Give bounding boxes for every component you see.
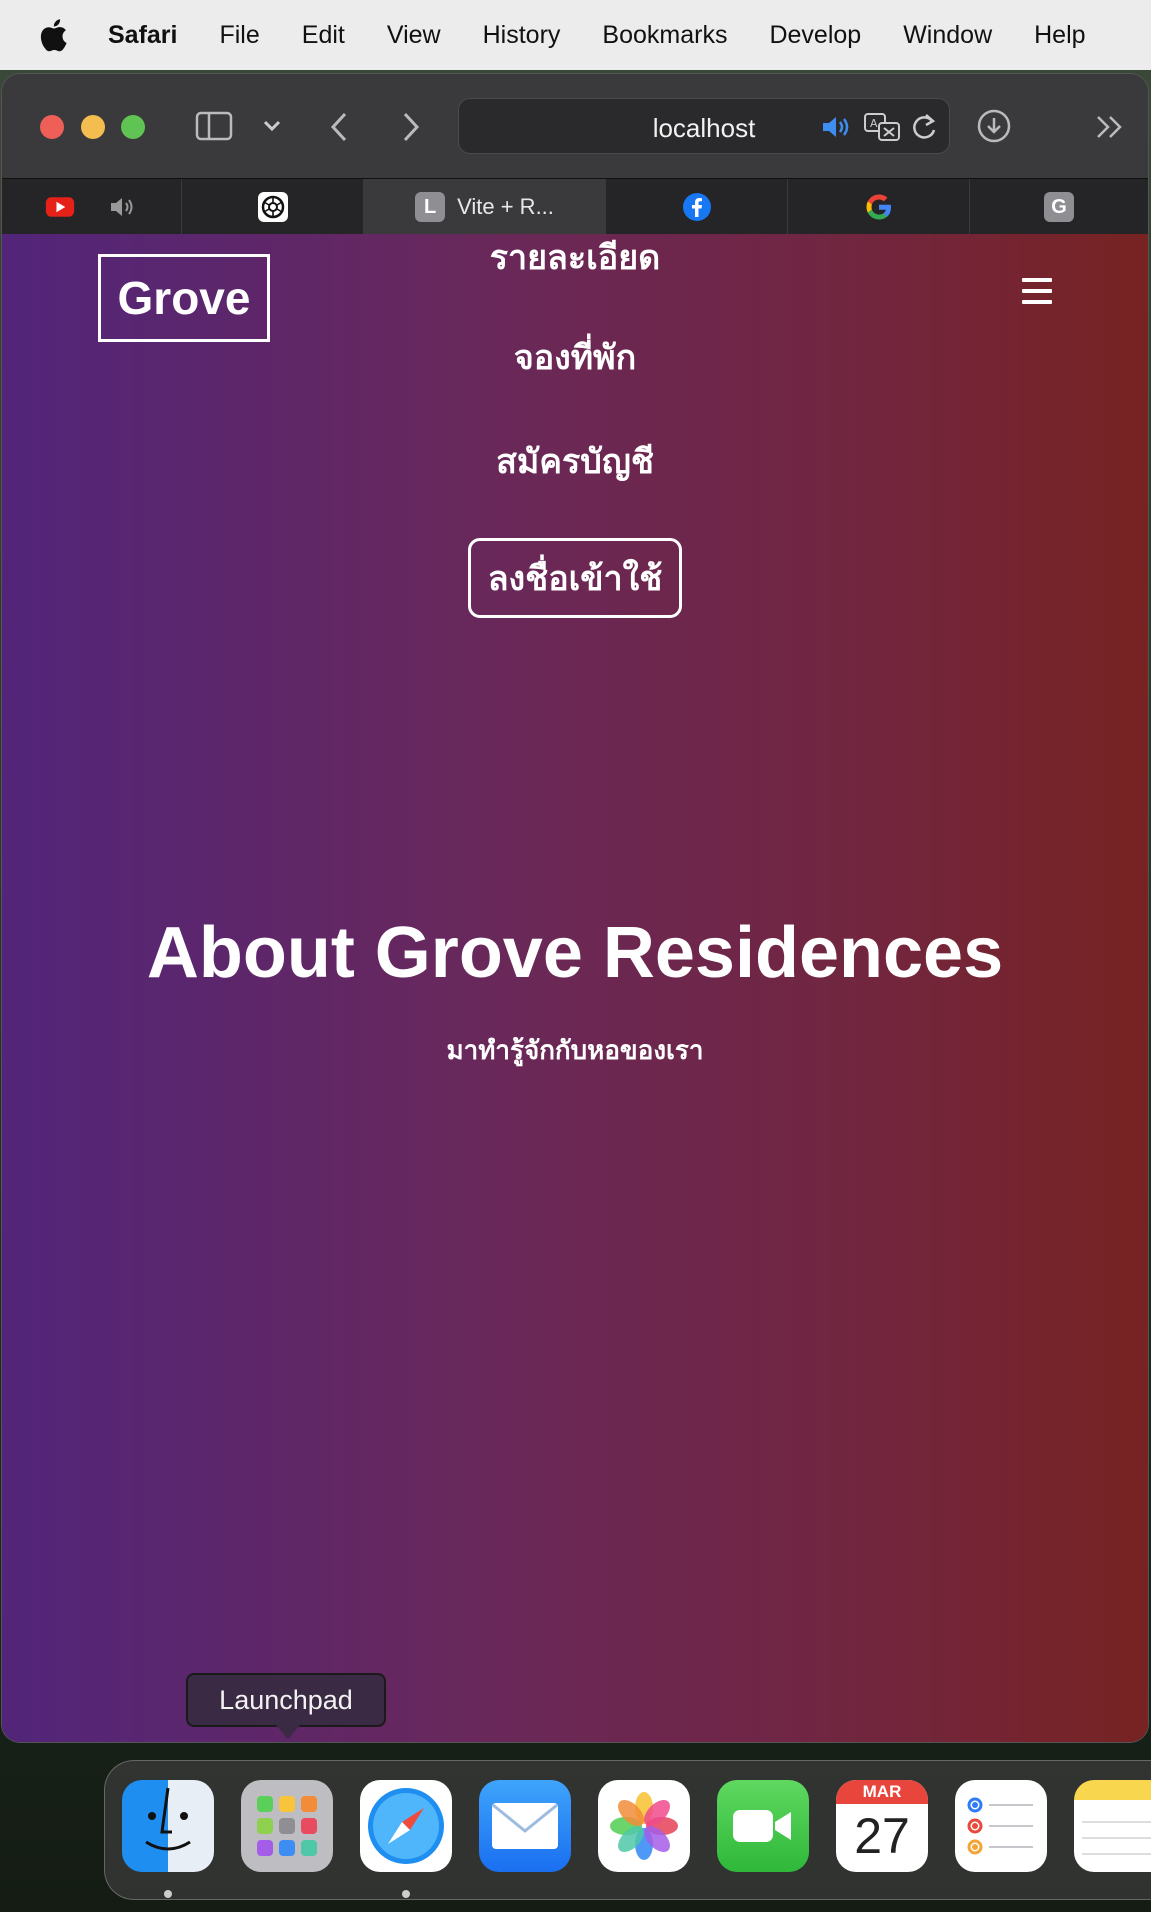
menu-history[interactable]: History bbox=[483, 21, 561, 50]
menu-bookmarks[interactable]: Bookmarks bbox=[602, 21, 727, 50]
webpage-content: Grove รายละเอียด จองที่พัก สมัครบัญชี ลง… bbox=[2, 234, 1148, 1742]
calendar-day: 27 bbox=[854, 1808, 910, 1864]
speaker-audio-icon[interactable] bbox=[821, 113, 853, 141]
menu-app-name[interactable]: Safari bbox=[108, 21, 177, 50]
photos-icon[interactable] bbox=[598, 1780, 690, 1872]
menu-edit[interactable]: Edit bbox=[302, 21, 345, 50]
apple-logo-icon[interactable] bbox=[38, 15, 72, 55]
browser-toolbar: localhost A bbox=[2, 74, 1148, 178]
login-button[interactable]: ลงชื่อเข้าใช้ bbox=[468, 538, 682, 618]
tab-youtube[interactable] bbox=[2, 179, 182, 235]
mail-icon[interactable] bbox=[479, 1780, 571, 1872]
safari-window: localhost A L Vite + R... G Grove รายละเ… bbox=[2, 74, 1148, 1742]
calendar-month: MAR bbox=[836, 1780, 928, 1804]
menu-file[interactable]: File bbox=[219, 21, 259, 50]
finder-icon[interactable] bbox=[122, 1780, 214, 1872]
tooltip-arrow bbox=[276, 1725, 300, 1739]
downloads-icon[interactable] bbox=[976, 108, 1012, 144]
close-window-button[interactable] bbox=[40, 115, 64, 139]
tab-chatgpt[interactable] bbox=[182, 179, 364, 235]
reload-icon[interactable] bbox=[909, 111, 939, 143]
macos-menu-bar: Safari File Edit View History Bookmarks … bbox=[0, 0, 1151, 70]
launchpad-icon[interactable] bbox=[241, 1780, 333, 1872]
notes-icon[interactable] bbox=[1074, 1780, 1151, 1872]
tab-g[interactable]: G bbox=[970, 179, 1148, 235]
safari-running-dot bbox=[402, 1890, 410, 1898]
menu-view[interactable]: View bbox=[387, 21, 441, 50]
menu-develop[interactable]: Develop bbox=[769, 21, 861, 50]
finder-running-dot bbox=[164, 1890, 172, 1898]
reminders-icon[interactable] bbox=[955, 1780, 1047, 1872]
sidebar-toggle-icon[interactable] bbox=[194, 110, 234, 142]
tab-bar: L Vite + R... G bbox=[2, 178, 1148, 235]
facetime-icon[interactable] bbox=[717, 1780, 809, 1872]
nav-link-register[interactable]: สมัครบัญชี bbox=[2, 434, 1148, 488]
menu-help[interactable]: Help bbox=[1034, 21, 1085, 50]
translate-icon[interactable]: A bbox=[863, 111, 901, 143]
letter-l-icon: L bbox=[415, 192, 446, 222]
facebook-icon bbox=[682, 192, 712, 222]
svg-text:A: A bbox=[870, 117, 878, 130]
youtube-icon bbox=[45, 192, 75, 222]
safari-compass-icon[interactable] bbox=[360, 1780, 452, 1872]
more-tabs-chevron-icon[interactable] bbox=[1094, 112, 1126, 142]
back-arrow-icon[interactable] bbox=[324, 110, 354, 144]
nav-link-details[interactable]: รายละเอียด bbox=[2, 230, 1148, 284]
calendar-icon[interactable]: MAR 27 bbox=[836, 1780, 928, 1872]
address-bar[interactable]: localhost A bbox=[458, 98, 950, 154]
tab-title: Vite + R... bbox=[457, 194, 554, 219]
zoom-window-button[interactable] bbox=[121, 115, 145, 139]
page-title: About Grove Residences bbox=[146, 913, 1004, 993]
dock-tooltip: Launchpad bbox=[186, 1673, 386, 1727]
minimize-window-button[interactable] bbox=[81, 115, 105, 139]
chevron-down-icon[interactable] bbox=[260, 114, 284, 138]
google-icon bbox=[864, 192, 894, 222]
tab-google[interactable] bbox=[788, 179, 970, 235]
page-subtitle: มาทำรู้จักกับหอของเรา bbox=[446, 1036, 704, 1066]
forward-arrow-icon[interactable] bbox=[396, 110, 426, 144]
tab-facebook[interactable] bbox=[606, 179, 788, 235]
nav-link-booking[interactable]: จองที่พัก bbox=[2, 330, 1148, 384]
speaker-mute-icon[interactable] bbox=[109, 192, 139, 222]
letter-g-icon: G bbox=[1044, 192, 1074, 222]
menu-window[interactable]: Window bbox=[903, 21, 992, 50]
chatgpt-icon bbox=[257, 192, 288, 222]
tab-vite-react[interactable]: L Vite + R... bbox=[364, 179, 606, 235]
